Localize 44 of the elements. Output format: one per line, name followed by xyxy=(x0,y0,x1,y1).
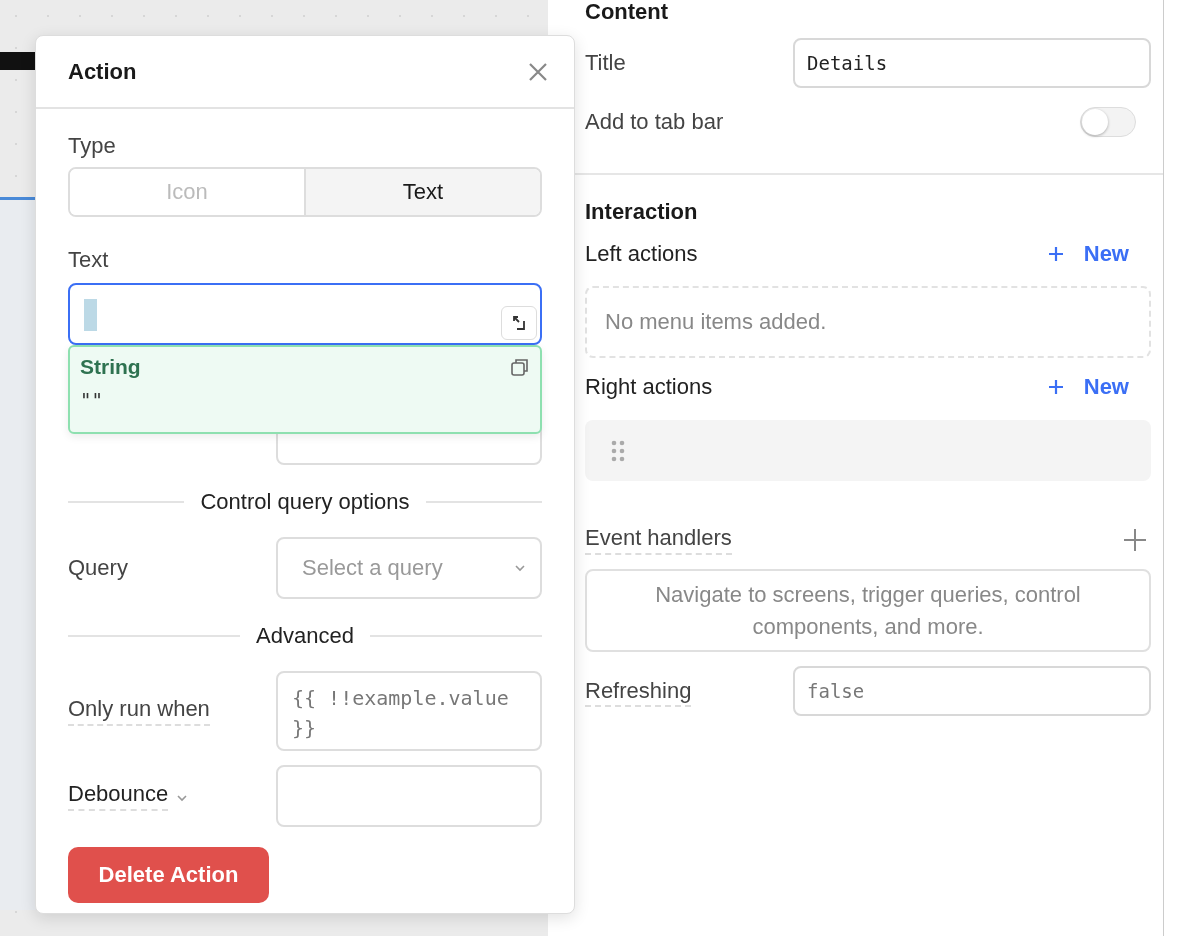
drag-handle-icon xyxy=(611,439,625,462)
field-label: Debounce xyxy=(68,781,169,811)
segment-tab[interactable]: Text xyxy=(304,169,540,215)
plus-icon xyxy=(1047,246,1064,262)
empty-state: Navigate to screens, trigger queries, control components, and more. xyxy=(585,569,1151,652)
field-label: Refreshing xyxy=(585,678,692,707)
debounce-field[interactable] xyxy=(276,765,542,827)
title-field[interactable]: Details xyxy=(793,38,1151,88)
text-input-field[interactable] xyxy=(68,283,542,345)
condition-field[interactable]: {{ !!example.value }} xyxy=(276,671,542,751)
field-label: Event handlers xyxy=(585,525,732,555)
section-title: Advanced xyxy=(256,623,354,649)
field-label: Right actions xyxy=(585,374,713,400)
copy-icon xyxy=(510,357,530,377)
section-heading: Interaction xyxy=(585,199,699,225)
field-label: Query xyxy=(68,555,128,581)
field-label: Only run when xyxy=(68,696,210,726)
field-label: Type xyxy=(68,133,117,160)
field-label: Text xyxy=(68,247,110,274)
refreshing-field[interactable]: false xyxy=(793,666,1151,716)
suggestion-value: "" xyxy=(80,389,104,411)
expand-icon xyxy=(511,315,527,331)
plus-icon xyxy=(1123,528,1147,552)
close-icon xyxy=(528,61,548,82)
new-button[interactable]: New xyxy=(1047,374,1129,400)
delete-button[interactable]: Delete Action xyxy=(68,847,269,903)
expand-button[interactable] xyxy=(501,306,537,340)
text-cursor xyxy=(84,299,97,331)
field-label: Add to tab bar xyxy=(585,109,725,135)
field-label: Left actions xyxy=(585,241,698,267)
popover-title: Action xyxy=(68,58,137,85)
section-title: Control query options xyxy=(200,489,410,515)
chevron-icon xyxy=(176,794,189,802)
add-button[interactable] xyxy=(1123,528,1147,552)
close-button[interactable] xyxy=(528,61,548,82)
field-label: Title xyxy=(585,50,627,76)
chevron-icon xyxy=(514,564,526,572)
query-select[interactable]: Select a query xyxy=(276,537,542,599)
section-heading: Content xyxy=(585,0,670,24)
new-button[interactable]: New xyxy=(1047,241,1129,267)
empty-state: No menu items added. xyxy=(585,286,1151,358)
toggle-switch[interactable] xyxy=(1080,107,1136,137)
suggestion-type: String xyxy=(80,355,141,379)
plus-icon xyxy=(1047,379,1064,395)
